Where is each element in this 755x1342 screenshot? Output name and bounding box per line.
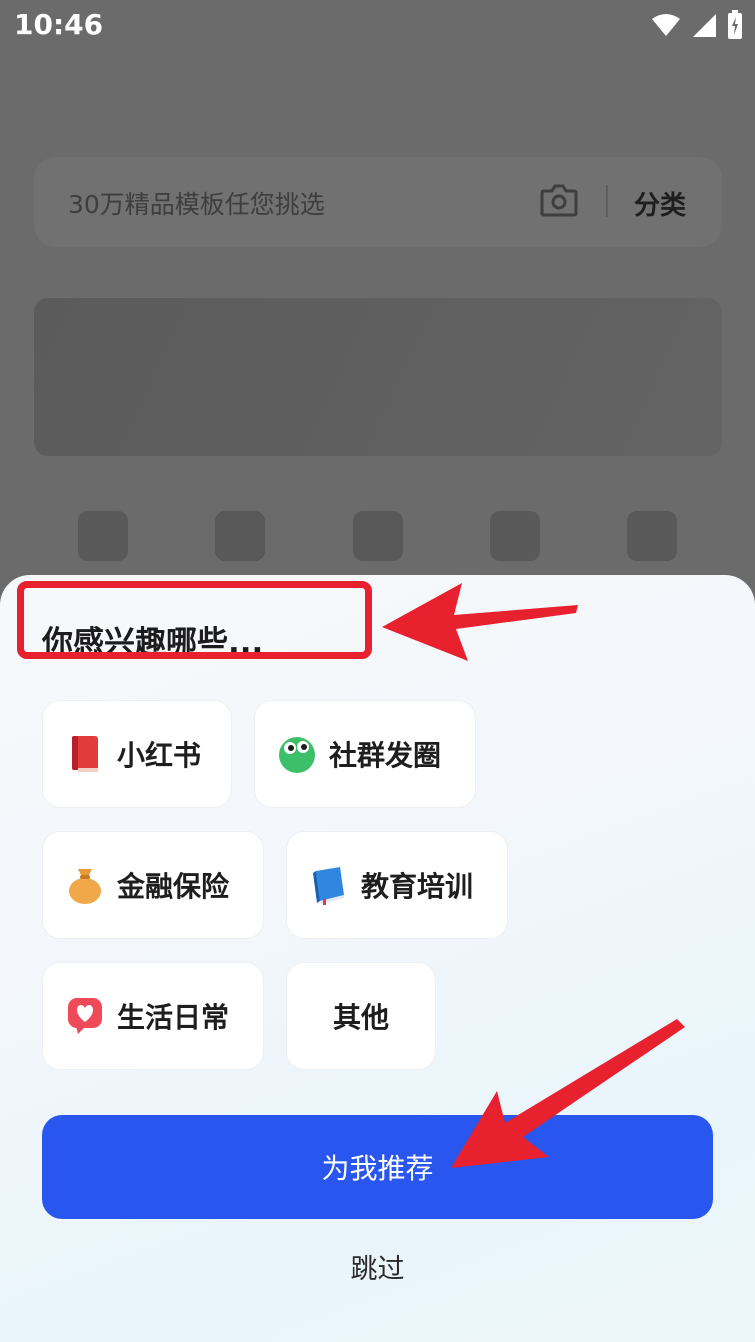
search-bar[interactable]: 30万精品模板任您挑选 分类 (34, 157, 722, 247)
interest-chip-community[interactable]: 社群发圈 (254, 700, 476, 808)
quick-entry-icon[interactable] (353, 511, 403, 561)
quick-entry-icon[interactable] (215, 511, 265, 561)
wifi-icon (652, 14, 680, 36)
interest-chip-finance[interactable]: 金融保险 (42, 831, 264, 939)
heart-bubble-icon (65, 996, 105, 1036)
banner[interactable] (34, 298, 722, 456)
money-bag-icon (65, 865, 105, 905)
quick-entry-icon[interactable] (627, 511, 677, 561)
signal-icon (693, 14, 716, 37)
camera-icon[interactable] (540, 183, 578, 217)
status-bar: 10:46 (0, 0, 755, 52)
status-icons (651, 10, 743, 40)
interest-sheet: 你感兴趣哪些... 小红书 社群发圈 金融保险 教育培训 生活日常 其他 为我推… (0, 575, 755, 1342)
green-blob-icon (277, 734, 317, 774)
interest-chip-education[interactable]: 教育培训 (286, 831, 508, 939)
chip-label: 生活日常 (117, 1001, 230, 1034)
status-time: 10:46 (14, 8, 104, 41)
recommend-button[interactable]: 为我推荐 (42, 1115, 713, 1219)
chip-label: 社群发圈 (329, 739, 442, 772)
quick-entry-icon[interactable] (78, 511, 128, 561)
battery-icon (728, 10, 742, 39)
category-link[interactable]: 分类 (634, 185, 686, 222)
interest-chip-xiaohongshu[interactable]: 小红书 (42, 700, 232, 808)
chip-label: 教育培训 (361, 870, 474, 903)
search-placeholder: 30万精品模板任您挑选 (68, 190, 325, 219)
quick-entry-icon[interactable] (490, 511, 540, 561)
skip-link[interactable]: 跳过 (0, 1247, 755, 1286)
blue-book-icon (309, 865, 349, 905)
chip-label: 小红书 (117, 739, 202, 772)
interest-chip-daily-life[interactable]: 生活日常 (42, 962, 264, 1070)
chip-label: 金融保险 (117, 870, 230, 903)
chip-label: 其他 (332, 1001, 389, 1034)
red-book-icon (65, 734, 105, 774)
interest-chip-other[interactable]: 其他 (286, 962, 436, 1070)
search-divider (606, 185, 608, 217)
sheet-title: 你感兴趣哪些... (42, 625, 264, 661)
